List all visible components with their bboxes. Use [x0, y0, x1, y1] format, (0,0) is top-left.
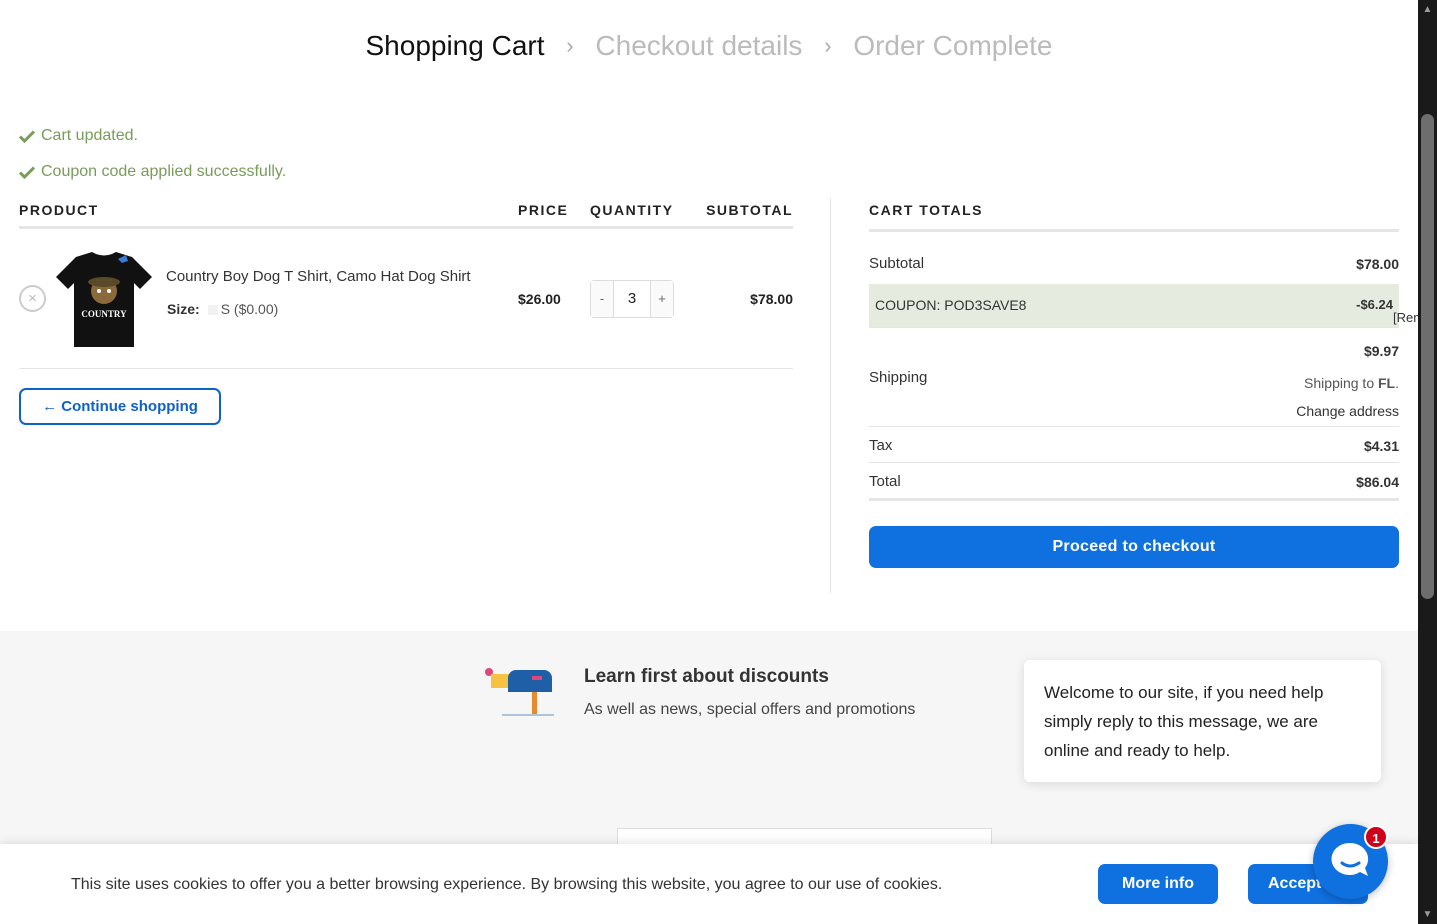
total-label: Total — [869, 473, 901, 490]
proceed-to-checkout-button[interactable]: Proceed to checkout — [869, 526, 1399, 568]
more-info-button[interactable]: More info — [1098, 864, 1218, 904]
chevron-right-icon: › — [566, 33, 574, 58]
coupon-value: -$6.24 — [1356, 297, 1393, 312]
product-thumbnail[interactable]: COUNTRY — [54, 249, 154, 349]
shipping-state: FL — [1378, 375, 1396, 391]
total-value: $86.04 — [1356, 474, 1399, 490]
shipping-label: Shipping — [869, 369, 928, 386]
coupon-label: COUPON: POD3SAVE8 — [875, 297, 1027, 313]
quantity-input[interactable]: 3 — [613, 281, 651, 317]
newsletter-subtitle: As well as news, special offers and prom… — [584, 701, 916, 718]
size-swatch — [207, 305, 218, 316]
tax-value: $4.31 — [1363, 438, 1399, 454]
quantity-decrease-button[interactable]: - — [591, 281, 613, 317]
check-icon — [19, 130, 35, 144]
totals-subtotal-row: Subtotal $78.00 — [869, 232, 1399, 284]
cookie-banner: This site uses cookies to offer you a be… — [0, 844, 1418, 924]
subtotal-value: $78.00 — [1356, 256, 1399, 272]
size-label: Size: — [167, 301, 200, 317]
newsletter-title: Learn first about discounts — [584, 666, 829, 687]
scroll-down-arrow-icon[interactable]: ▼ — [1421, 909, 1434, 921]
check-icon — [19, 166, 35, 180]
product-size: Size: S ($0.00) — [167, 301, 278, 317]
shipping-row: Shipping $9.97 Shipping to FL. Change ad… — [869, 328, 1399, 427]
shipping-to-text: Shipping to — [1304, 375, 1378, 391]
product-image-text: COUNTRY — [81, 309, 127, 319]
product-name-link[interactable]: Country Boy Dog T Shirt, Camo Hat Dog Sh… — [166, 268, 471, 285]
shipping-dot: . — [1395, 375, 1399, 391]
item-price: $26.00 — [518, 291, 561, 307]
shipping-destination: Shipping to FL. — [1304, 375, 1399, 391]
chevron-right-icon: › — [824, 33, 832, 58]
mailbox-icon — [485, 668, 554, 716]
scroll-up-arrow-icon[interactable]: ▲ — [1421, 4, 1434, 16]
header-quantity: QUANTITY — [590, 202, 674, 218]
header-subtotal: SUBTOTAL — [706, 202, 793, 218]
cart-totals-title: CART TOTALS — [869, 202, 1399, 232]
coupon-row: COUPON: POD3SAVE8 -$6.24 [Remove] — [869, 284, 1437, 328]
breadcrumb-checkout-details[interactable]: Checkout details — [595, 30, 802, 61]
notice-cart-updated: Cart updated. — [19, 127, 138, 145]
subtotal-label: Subtotal — [869, 255, 925, 272]
cookie-text: This site uses cookies to offer you a be… — [71, 876, 943, 893]
cart-table-header: PRODUCT PRICE QUANTITY SUBTOTAL — [19, 202, 793, 229]
coupon-amount: -$6.24 [Remove] — [1356, 297, 1437, 325]
chat-welcome-message[interactable]: Welcome to our site, if you need help si… — [1024, 660, 1381, 782]
cart-item-row: × COUNTRY Country Boy Dog T Shirt, Camo … — [19, 229, 793, 369]
notice-coupon-applied: Coupon code applied successfully. — [19, 163, 286, 181]
quantity-stepper: - 3 + — [590, 280, 674, 318]
continue-shopping-button[interactable]: ← Continue shopping — [19, 388, 221, 425]
header-product: PRODUCT — [19, 202, 99, 218]
quantity-increase-button[interactable]: + — [651, 281, 673, 317]
total-row: Total $86.04 — [869, 463, 1399, 501]
remove-item-button[interactable]: × — [19, 285, 46, 312]
size-value: S ($0.00) — [220, 301, 279, 317]
breadcrumb: Shopping Cart › Checkout details › Order… — [0, 30, 1418, 62]
tax-label: Tax — [869, 437, 893, 454]
tax-row: Tax $4.31 — [869, 427, 1399, 463]
breadcrumb-shopping-cart[interactable]: Shopping Cart — [366, 30, 545, 61]
column-divider — [830, 198, 831, 593]
breadcrumb-order-complete: Order Complete — [853, 30, 1053, 61]
notice-text: Cart updated. — [41, 127, 138, 144]
scrollbar-thumb[interactable] — [1421, 114, 1434, 599]
cart-totals: CART TOTALS Subtotal $78.00 COUPON: POD3… — [869, 202, 1437, 501]
item-subtotal: $78.00 — [750, 291, 793, 307]
change-address-link[interactable]: Change address — [1296, 403, 1399, 419]
header-price: PRICE — [518, 202, 569, 218]
shipping-value: $9.97 — [1363, 343, 1399, 359]
notice-text: Coupon code applied successfully. — [41, 163, 287, 180]
chat-unread-badge: 1 — [1364, 825, 1388, 849]
